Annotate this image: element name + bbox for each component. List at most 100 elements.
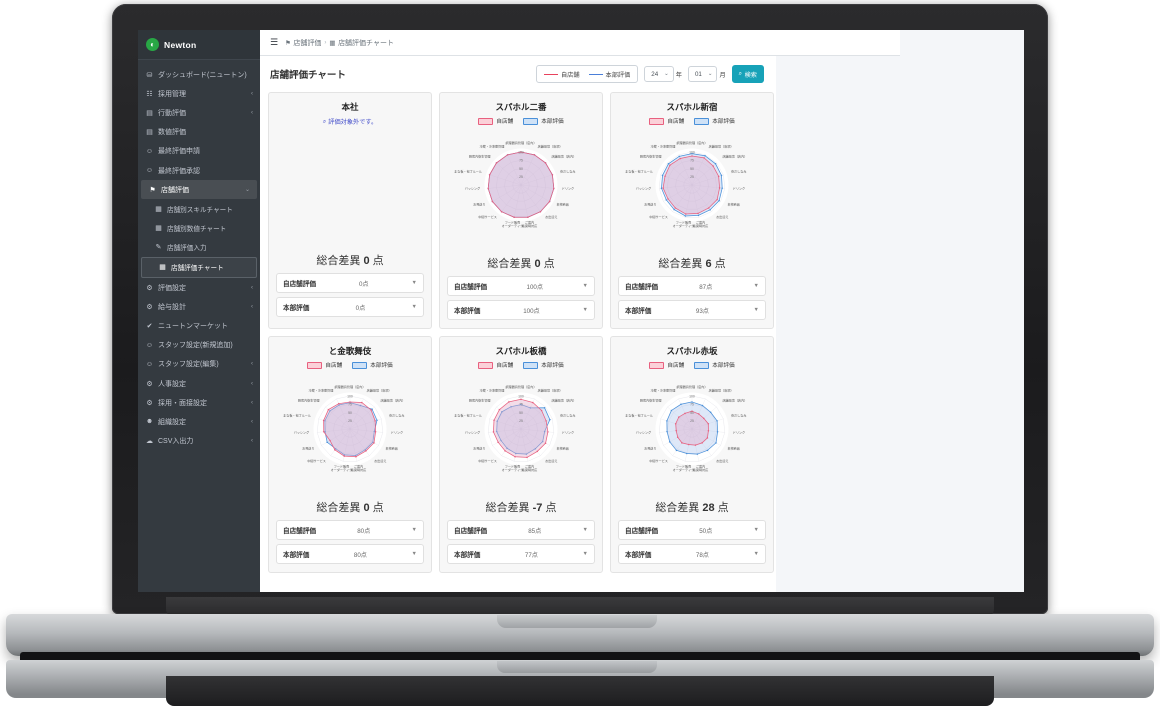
legend-entry-self: 自店舗 <box>649 361 684 369</box>
radar-tick-label: 50 <box>348 411 352 415</box>
sidebar-item-dashboard[interactable]: ⛁ ダッシュボード(ニュートン) <box>138 65 260 84</box>
breadcrumb-item-store-eval[interactable]: ⚑ 店舗評価 <box>285 38 321 48</box>
self-score-select[interactable]: 自店舗評価 80点 ▼ <box>276 520 424 540</box>
breadcrumb-label: 店舗評価 <box>293 39 322 47</box>
search-button[interactable]: ⌕ 検索 <box>731 65 764 83</box>
radar-point <box>491 200 494 203</box>
self-score-select[interactable]: 自店舗評価 100点 ▼ <box>447 276 595 296</box>
radar-point <box>495 162 498 164</box>
store-icon: ⚑ <box>149 186 156 194</box>
radar-chart-container: 100 75 50 25 調理器具管理（店内） 店舗環境（店頭） 店舗環境（店内） 身だしなみ… <box>276 373 424 493</box>
radar-point <box>707 422 710 425</box>
sidebar-item-staff-edit[interactable]: ☺ スタッフ設定(編集) ‹ <box>138 355 260 374</box>
chevron-left-icon: ‹ <box>251 90 253 97</box>
sidebar-item-store-eval-chart[interactable]: ▦ 店舗評価チャート <box>141 256 257 279</box>
radar-point <box>678 155 680 158</box>
sidebar-item-final-eval-approve[interactable]: ☺ 最終評価承認 <box>138 161 260 180</box>
month-select[interactable]: 01 ⌄ <box>687 66 718 82</box>
year-select[interactable]: 24 ⌄ <box>644 66 674 82</box>
legend-line-hq <box>588 73 603 75</box>
card-chart-legend: 自店舗 本部評価 <box>649 361 735 369</box>
total-suffix-label: 点 <box>711 258 726 270</box>
legend-line-self <box>543 73 558 75</box>
radar-point <box>527 216 529 219</box>
sidebar-item-label: 評価設定 <box>158 284 186 292</box>
radar-axis-label: 店舗環境（店内） <box>380 398 405 403</box>
sidebar-item-staff-add[interactable]: ☺ スタッフ設定(新規追加) <box>138 336 260 355</box>
hq-score-select[interactable]: 本部評価 77点 ▼ <box>447 544 595 564</box>
self-score-select[interactable]: 自店舗評価 50点 ▼ <box>618 520 766 540</box>
breadcrumb: ⚑ 店舗評価 › ▦ 店舗評価チャート <box>285 38 394 48</box>
store-total-difference: 総合差異 0 点 <box>316 499 383 515</box>
radar-point <box>543 407 546 409</box>
radar-tick-label: 25 <box>348 419 352 423</box>
sidebar-item-eval-settings[interactable]: ⚙ 評価設定 ‹ <box>138 278 260 297</box>
sidebar-item-store-eval-input[interactable]: ✎ 店舗評価入力 <box>138 238 260 257</box>
radar-axis-label: 店舗環境（店内） <box>551 154 576 159</box>
radar-axis-label: 冷蔵・冷凍庫管理 <box>651 144 676 149</box>
chevron-down-icon: ▼ <box>582 551 588 557</box>
sidebar: ◐ Newton ⛁ ダッシュボード(ニュートン) ☷ 採用管理 ‹ ▤ 行動評… <box>138 30 260 592</box>
breadcrumb-item-store-eval-chart[interactable]: ▦ 店舗評価チャート <box>329 38 394 48</box>
sidebar-item-final-eval-request[interactable]: ☺ 最終評価申請 <box>138 142 260 161</box>
self-score-select[interactable]: 自店舗評価 0点 ▼ <box>276 273 424 293</box>
sidebar-item-label: 人事設定 <box>158 380 186 388</box>
sidebar-item-csv-io[interactable]: ☁ CSV入出力 ‹ <box>138 432 260 451</box>
chevron-down-icon: ⌄ <box>707 71 713 77</box>
self-score-select[interactable]: 自店舗評価 87点 ▼ <box>618 276 766 296</box>
hq-score-select[interactable]: 本部評価 93点 ▼ <box>618 300 766 320</box>
radar-axis-label: 冷蔵・冷凍庫管理 <box>309 388 334 393</box>
legend-label: 自店舗 <box>560 71 580 79</box>
sidebar-item-salary-design[interactable]: ⚙ 給与設計 ‹ <box>138 297 260 316</box>
radar-point <box>549 418 551 421</box>
legend-label: 本部評価 <box>541 119 564 125</box>
store-card-title: スパホル二番 <box>495 102 547 112</box>
radar-tick-label: 75 <box>519 159 523 163</box>
header-toolbar: 自店舗 本部評価 24 ⌄ 年 01 ⌄ 月 ⌕ 検索 <box>535 65 764 83</box>
radar-axis-label: ご案内着席時対応 <box>522 220 537 228</box>
gear-icon: ⚙ <box>146 303 153 311</box>
chevron-down-icon: ⌄ <box>244 187 250 194</box>
laptop-mockup: ◐ Newton ⛁ ダッシュボード(ニュートン) ☷ 採用管理 ‹ ▤ 行動評… <box>0 0 1160 707</box>
hq-score-select[interactable]: 本部評価 100点 ▼ <box>447 300 595 320</box>
radar-point <box>667 163 670 165</box>
radar-axis-label: 厨房内衛生管理 <box>469 154 491 159</box>
hamburger-icon[interactable]: ☰ <box>270 37 278 48</box>
radar-chart-container: 100 75 50 25 調理器具管理（店内） 店舗環境（店頭） 店舗環境（店内） 身だしなみ… <box>618 129 766 249</box>
sidebar-item-org-settings[interactable]: ☻ 組織設定 ‹ <box>138 412 260 431</box>
hq-score-select[interactable]: 本部評価 78点 ▼ <box>618 544 766 564</box>
radar-axis-label: まな板・包丁ルール <box>454 412 482 417</box>
radar-axis-label: 中間サービス <box>307 458 326 463</box>
radar-point <box>376 419 378 421</box>
sidebar-item-recruit-interview-settings[interactable]: ⚙ 採用・面接設定 ‹ <box>138 393 260 412</box>
radar-tick-label: 50 <box>690 167 694 171</box>
sidebar-item-newton-market[interactable]: ✔ ニュートンマーケット <box>138 316 260 335</box>
self-score-select[interactable]: 自店舗評価 85点 ▼ <box>447 520 595 540</box>
sidebar-item-behavior-eval[interactable]: ▤ 行動評価 ‹ <box>138 103 260 122</box>
sidebar-item-store-skill-chart[interactable]: ▦ 店舗別スキルチャート <box>138 199 260 218</box>
hq-score-select[interactable]: 本部評価 80点 ▼ <box>276 544 424 564</box>
sidebar-item-recruiting[interactable]: ☷ 採用管理 ‹ <box>138 84 260 103</box>
store-card: スパホル赤坂 自店舗 本部評価 100 75 50 25 調理器具管理（店内） 店舗環境（店頭）… <box>610 336 774 573</box>
chevron-down-icon: ▼ <box>753 283 759 289</box>
sidebar-item-label: 組織設定 <box>158 418 186 426</box>
chevron-left-icon: ‹ <box>251 418 253 425</box>
laptop-base-notch-lower <box>497 661 657 673</box>
radar-point <box>326 441 328 443</box>
radar-point <box>676 436 679 438</box>
score-row-label: 自店舗評価 <box>625 528 658 535</box>
radar-point <box>536 450 539 453</box>
radar-axis-label: 調理器具管理（店内） <box>335 384 366 389</box>
sidebar-item-store-eval[interactable]: ⚑ 店舗評価 ⌄ <box>141 180 257 200</box>
hq-score-select[interactable]: 本部評価 0点 ▼ <box>276 297 424 317</box>
sidebar-item-numeric-eval[interactable]: ▤ 数値評価 <box>138 123 260 142</box>
sidebar-item-hr-settings[interactable]: ⚙ 人事設定 ‹ <box>138 374 260 393</box>
radar-point <box>660 187 663 189</box>
user-plus-icon: ☺ <box>145 341 154 349</box>
page-scroll-region: 店舗評価チャート 自店舗 本部評価 24 ⌄ 年 01 ⌄ 月 ⌕ 検索 本社 … <box>260 56 900 592</box>
radar-point <box>361 401 363 404</box>
radar-point <box>686 452 688 455</box>
brand-header[interactable]: ◐ Newton <box>138 30 260 60</box>
sidebar-item-store-numeric-chart[interactable]: ▦ 店舗別数値チャート <box>138 219 260 238</box>
score-row-label: 本部評価 <box>625 308 652 315</box>
